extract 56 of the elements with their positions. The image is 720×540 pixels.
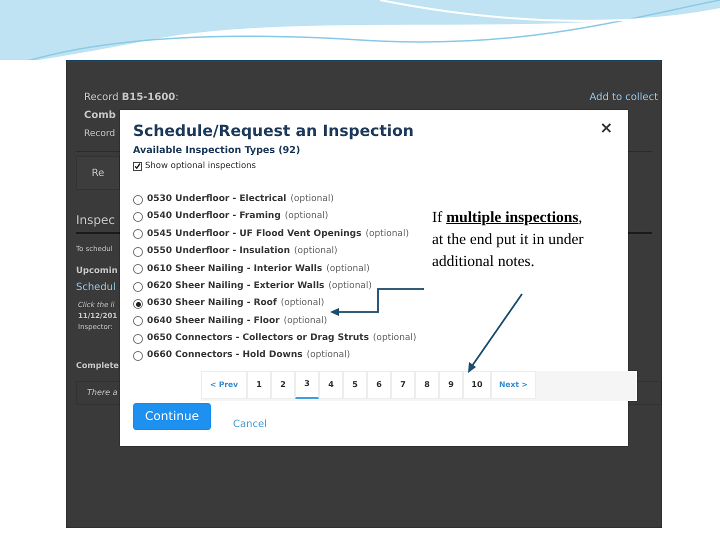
schedule-link[interactable]: Schedul [76, 280, 116, 296]
page-link[interactable]: 3 [295, 370, 319, 399]
inspection-type-label: 0620 Sheer Nailing - Exterior Walls [147, 280, 324, 293]
inspection-type-label: 0545 Underfloor - UF Flood Vent Openings [147, 228, 362, 241]
record-tab[interactable]: Re [76, 156, 120, 190]
record-title: Record B15-1600: [84, 91, 179, 105]
inspection-types-heading: Available Inspection Types (92) [133, 144, 302, 158]
checkbox-label: Show optional inspections [145, 160, 256, 172]
completed-heading: Complete [76, 360, 119, 372]
radio-button[interactable] [133, 334, 143, 344]
inspection-type-label: 0540 Underfloor - Framing [147, 210, 281, 224]
section-title: Inspec [76, 212, 115, 229]
optional-note: (optional) [326, 262, 370, 276]
radio-button[interactable] [133, 212, 143, 222]
optional-note: (optional) [328, 280, 372, 293]
page-link[interactable]: 5 [343, 370, 367, 399]
radio-button[interactable] [133, 316, 143, 326]
radio-button[interactable] [133, 351, 143, 362]
page-link[interactable]: 1 [247, 370, 271, 399]
radio-button[interactable] [133, 282, 143, 292]
optional-note: (optional) [365, 228, 409, 241]
inspection-type-label: 0630 Sheer Nailing - Roof [147, 297, 277, 310]
optional-note: (optional) [280, 297, 324, 310]
inspection-type-label: 0550 Underfloor - Insulation [147, 245, 290, 258]
record-status: Record [84, 128, 116, 141]
dialog-title: Schedule/Request an Inspection [133, 121, 414, 142]
optional-note: (optional) [290, 192, 334, 206]
page-link[interactable]: 7 [391, 370, 415, 399]
close-button[interactable]: × [600, 120, 613, 136]
record-type: Comb [84, 109, 116, 123]
radio-button[interactable] [133, 229, 143, 240]
page-link[interactable]: 10 [463, 370, 491, 399]
upcoming-heading: Upcomin [76, 265, 118, 278]
optional-note: (optional) [284, 314, 328, 328]
page-link[interactable]: 2 [271, 370, 295, 399]
completed-message: There a [87, 387, 118, 399]
inspection-type-label: 0610 Sheer Nailing - Interior Walls [147, 262, 322, 276]
radio-button[interactable] [133, 246, 143, 257]
optional-note: (optional) [294, 245, 338, 258]
inspection-type-label: 0530 Underfloor - Electrical [147, 192, 286, 206]
checkmark-icon [134, 162, 141, 170]
page-link[interactable]: 9 [439, 370, 463, 399]
page-link[interactable]: 6 [367, 370, 391, 399]
radio-button[interactable] [133, 264, 143, 274]
inspection-type-label: 0650 Connectors - Collectors or Drag Struts [147, 332, 369, 346]
inspection-type-label: 0640 Sheer Nailing - Floor [147, 314, 280, 328]
radio-button[interactable] [133, 299, 143, 310]
radio-button[interactable] [133, 194, 143, 205]
checkbox[interactable] [133, 162, 142, 170]
page-link[interactable]: 8 [415, 370, 439, 399]
optional-note: (optional) [372, 332, 416, 346]
inspection-type-label: 0660 Connectors - Hold Downs [147, 349, 303, 362]
optional-note: (optional) [284, 210, 328, 224]
add-to-collection-link[interactable]: Add to collect [589, 89, 662, 107]
optional-note: (optional) [306, 349, 350, 362]
page-link[interactable]: 4 [319, 370, 343, 399]
